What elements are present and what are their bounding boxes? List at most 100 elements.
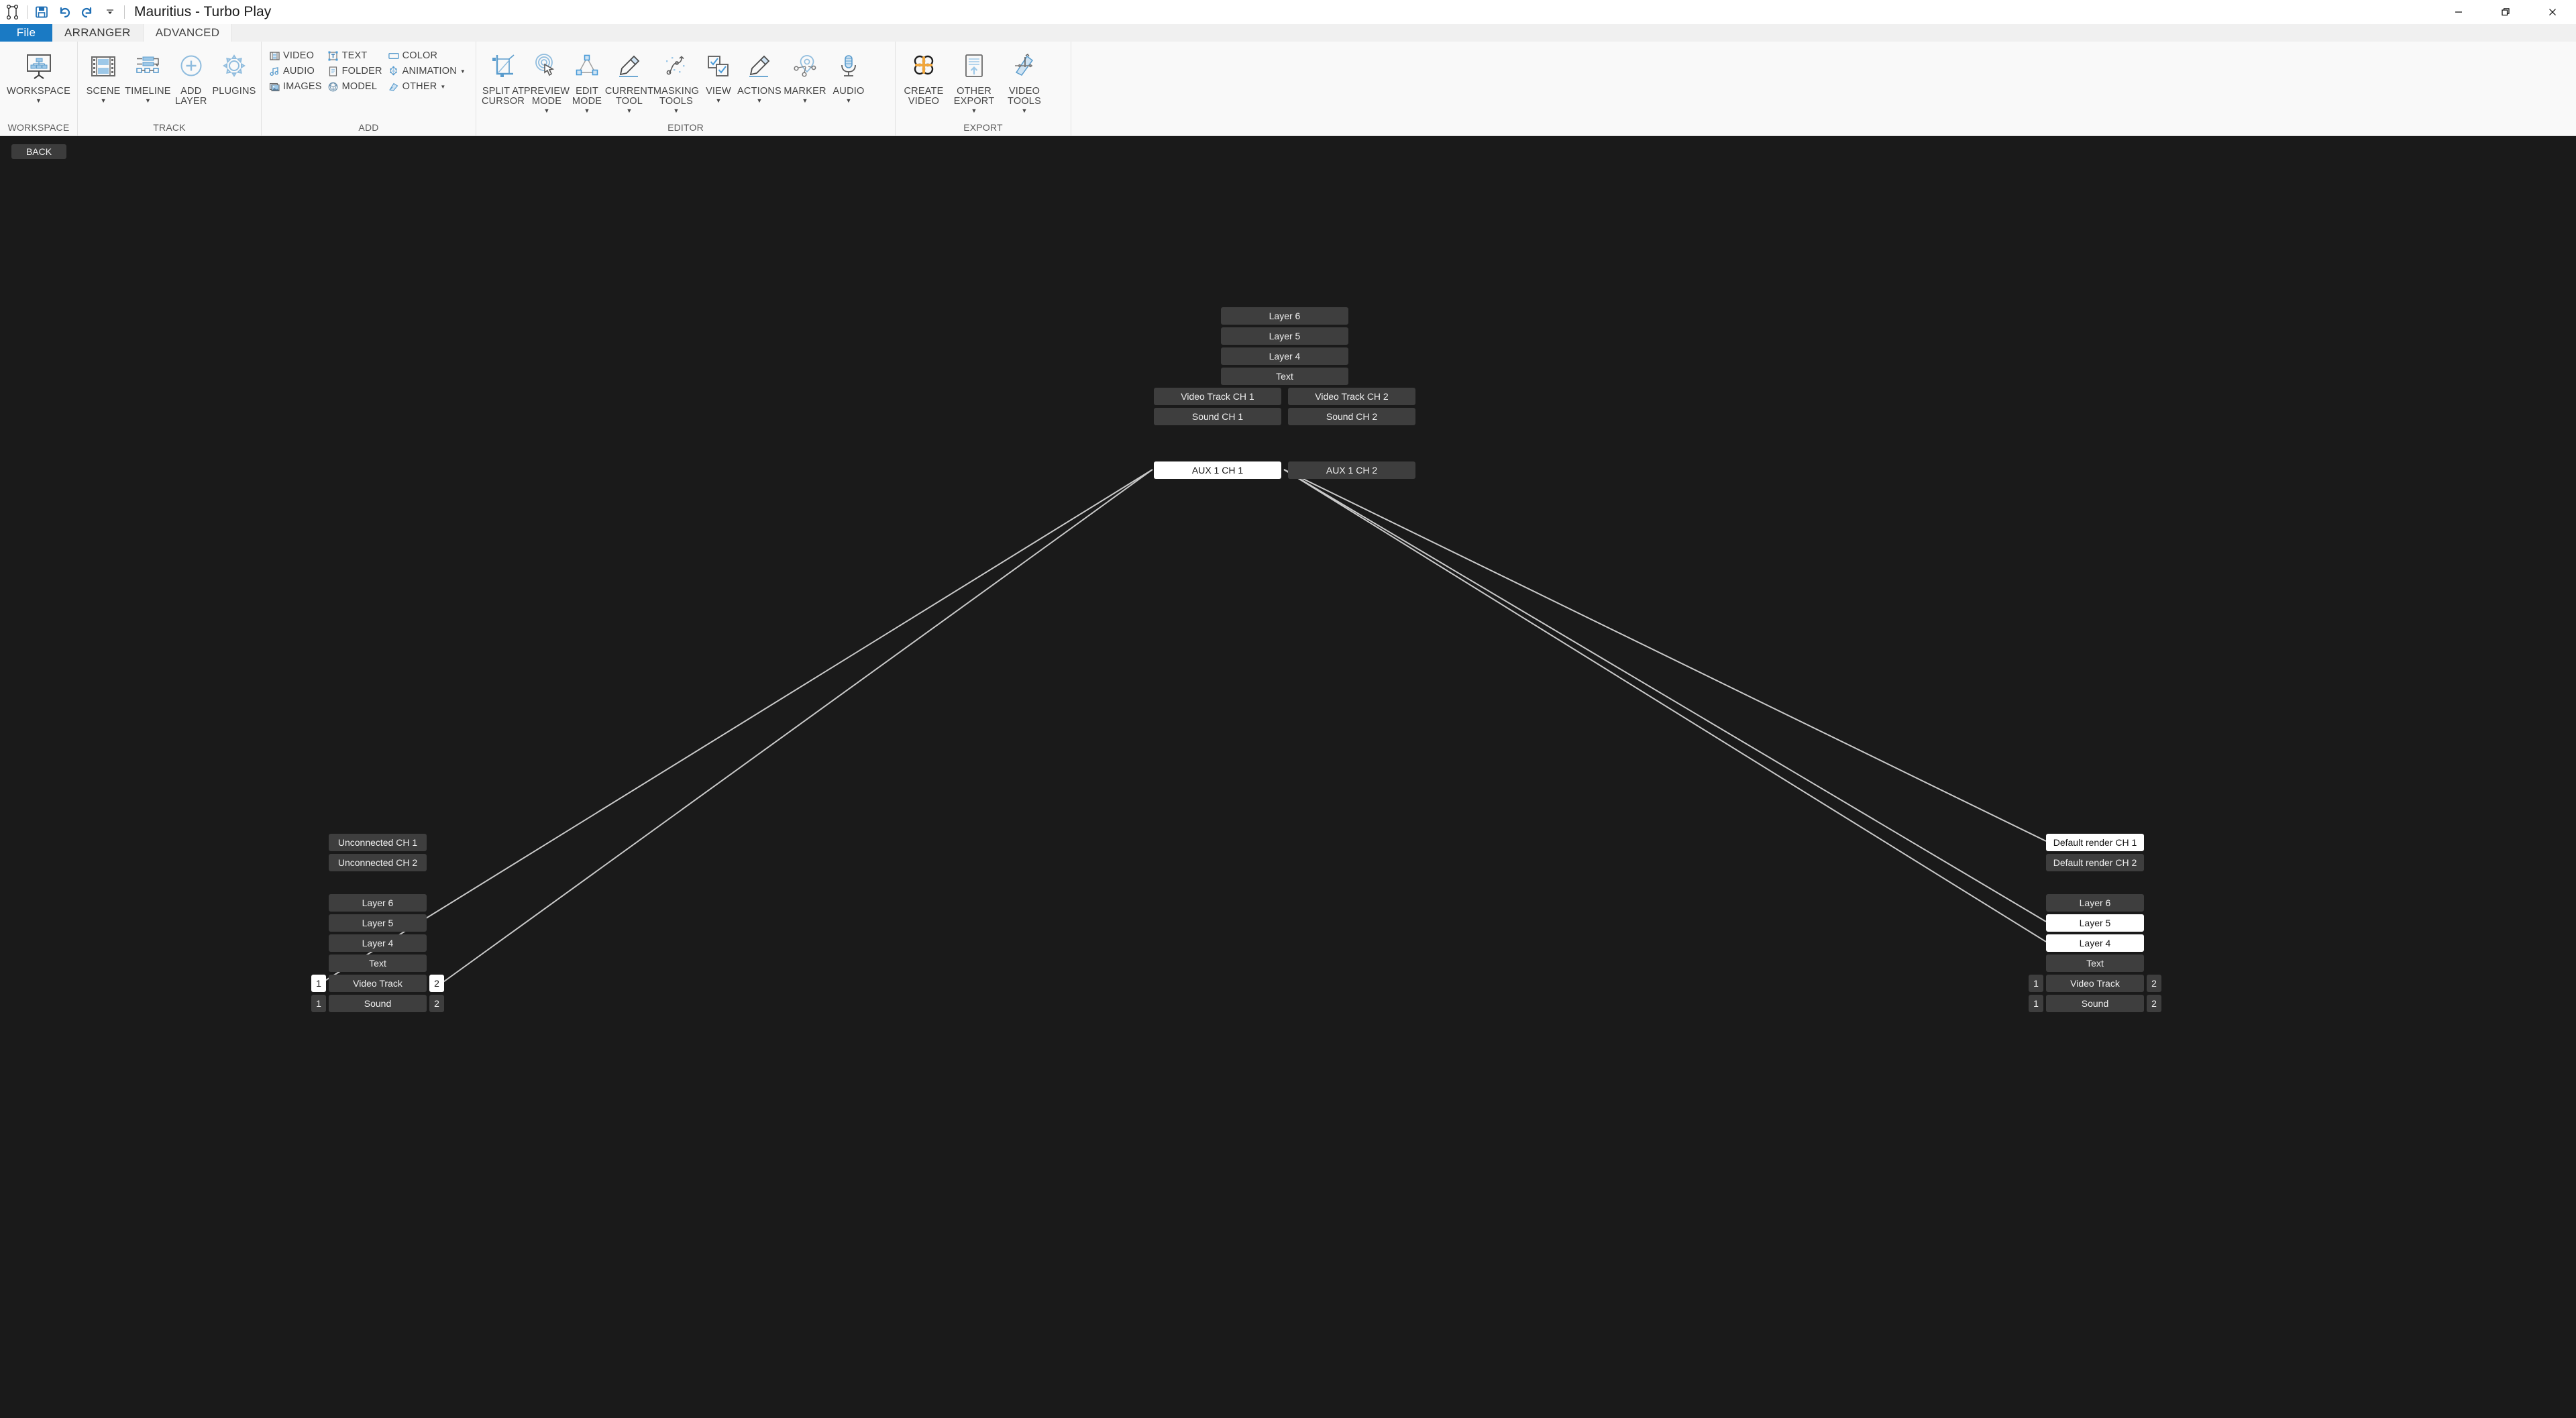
graph-node[interactable]: Unconnected CH 2 — [329, 854, 427, 871]
save-icon[interactable] — [30, 2, 53, 22]
graph-node[interactable]: Layer 4 — [329, 934, 427, 952]
edit-mode-icon — [573, 48, 601, 85]
plugins-button[interactable]: PLUGINS — [211, 46, 257, 97]
chevron-down-icon[interactable]: ▼ — [1022, 107, 1028, 114]
graph-node[interactable]: Text — [2046, 955, 2144, 972]
graph-node[interactable]: Layer 5 — [1221, 327, 1348, 345]
graph-node[interactable]: Sound CH 1 — [1154, 408, 1281, 425]
graph-node[interactable]: Video Track CH 2 — [1288, 388, 1415, 405]
masking-tools-button[interactable]: MASKING TOOLS ▼ — [652, 46, 700, 114]
graph-node[interactable]: Layer 6 — [2046, 894, 2144, 912]
graph-node[interactable]: Layer 6 — [1221, 307, 1348, 325]
create-video-icon — [910, 48, 938, 85]
ribbon-group-workspace: WORKSPACE ▼ WORKSPACE — [0, 42, 78, 135]
video-tools-label: VIDEO TOOLS — [1008, 86, 1041, 107]
chevron-down-icon[interactable]: ▼ — [544, 107, 550, 114]
add-text-button[interactable]: TEXT — [325, 48, 385, 63]
node-graph-canvas[interactable]: BACK Layer 6 Layer 5 Layer 4 Text Video Trac… — [0, 136, 2576, 1418]
workspace-icon — [23, 48, 54, 85]
graph-node[interactable]: Video Track — [329, 975, 427, 992]
channel-badge-right[interactable]: 2 — [2147, 975, 2161, 992]
channel-badge-left[interactable]: 1 — [311, 975, 326, 992]
wire-aux1-to-default-render — [1283, 469, 2047, 842]
channel-badge-left[interactable]: 1 — [2029, 975, 2043, 992]
timeline-button[interactable]: TIMELINE ▼ — [125, 46, 170, 104]
chevron-down-icon[interactable]: ▼ — [846, 97, 852, 104]
create-video-button[interactable]: CREATE VIDEO — [900, 46, 948, 107]
channel-badge-left[interactable]: 1 — [311, 995, 326, 1012]
chevron-down-icon[interactable]: ▼ — [460, 68, 466, 74]
restore-button[interactable] — [2482, 0, 2529, 24]
actions-button[interactable]: ACTIONS ▼ — [737, 46, 782, 104]
chevron-down-icon[interactable]: ▼ — [716, 97, 722, 104]
marker-button[interactable]: MARKER ▼ — [782, 46, 828, 104]
window-controls — [2435, 0, 2576, 24]
chevron-down-icon[interactable]: ▼ — [802, 97, 808, 104]
view-button[interactable]: VIEW ▼ — [700, 46, 737, 104]
add-color-button[interactable]: COLOR — [385, 48, 468, 63]
graph-node[interactable]: Layer 6 — [329, 894, 427, 912]
graph-node[interactable]: Default render CH 1 — [2046, 834, 2144, 851]
channel-badge-right[interactable]: 2 — [2147, 995, 2161, 1012]
graph-node[interactable]: Video Track — [2046, 975, 2144, 992]
chevron-down-icon[interactable]: ▼ — [627, 107, 633, 114]
graph-node[interactable]: AUX 1 CH 1 — [1154, 461, 1281, 479]
undo-icon[interactable] — [53, 2, 76, 22]
edit-mode-button[interactable]: EDIT MODE ▼ — [568, 46, 606, 114]
other-export-button[interactable]: OTHER EXPORT ▼ — [948, 46, 1000, 114]
chevron-down-icon[interactable]: ▼ — [145, 97, 151, 104]
add-images-button[interactable]: IMAGES — [266, 79, 325, 94]
graph-node[interactable]: Text — [1221, 368, 1348, 385]
audio-big-button[interactable]: AUDIO ▼ — [828, 46, 869, 104]
graph-node[interactable]: Layer 4 — [2046, 934, 2144, 952]
graph-node[interactable]: Layer 5 — [2046, 914, 2144, 932]
graph-node[interactable]: Layer 5 — [329, 914, 427, 932]
chevron-down-icon[interactable]: ▼ — [584, 107, 590, 114]
back-button[interactable]: BACK — [11, 144, 66, 159]
chevron-down-icon[interactable]: ▼ — [36, 97, 42, 104]
split-at-cursor-button[interactable]: SPLIT AT CURSOR — [480, 46, 526, 107]
channel-badge-right[interactable]: 2 — [429, 975, 444, 992]
chevron-down-icon[interactable]: ▼ — [757, 97, 763, 104]
workspace-button[interactable]: WORKSPACE ▼ — [4, 46, 73, 104]
video-tools-button[interactable]: VIDEO TOOLS ▼ — [1000, 46, 1049, 114]
graph-node[interactable]: AUX 1 CH 2 — [1288, 461, 1415, 479]
graph-node[interactable]: Video Track CH 1 — [1154, 388, 1281, 405]
chevron-down-icon[interactable]: ▼ — [971, 107, 977, 114]
graph-node[interactable]: Layer 4 — [1221, 347, 1348, 365]
customize-qat-icon[interactable] — [99, 2, 121, 22]
minimize-button[interactable] — [2435, 0, 2482, 24]
tab-file[interactable]: File — [0, 24, 52, 42]
images-icon — [268, 80, 280, 93]
add-model-button[interactable]: MODEL — [325, 79, 385, 94]
tab-advanced[interactable]: ADVANCED — [143, 24, 233, 42]
audio-big-label: AUDIO — [833, 86, 865, 97]
add-animation-button[interactable]: ANIMATION ▼ — [385, 64, 468, 78]
current-tool-button[interactable]: CURRENT TOOL ▼ — [605, 46, 653, 114]
chevron-down-icon[interactable]: ▼ — [101, 97, 107, 104]
add-layer-button[interactable]: ADD LAYER — [171, 46, 211, 107]
add-video-button[interactable]: VIDEO — [266, 48, 325, 63]
node-graph-icon[interactable] — [1, 2, 24, 22]
graph-node[interactable]: Sound CH 2 — [1288, 408, 1415, 425]
tab-arranger[interactable]: ARRANGER — [52, 24, 144, 42]
close-button[interactable] — [2529, 0, 2576, 24]
marker-icon — [791, 48, 819, 85]
redo-icon[interactable] — [76, 2, 99, 22]
graph-node[interactable]: Sound — [329, 995, 427, 1012]
graph-node[interactable]: Unconnected CH 1 — [329, 834, 427, 851]
chevron-down-icon[interactable]: ▼ — [440, 84, 445, 90]
channel-badge-left[interactable]: 1 — [2029, 995, 2043, 1012]
preview-mode-button[interactable]: PREVIEW MODE ▼ — [524, 46, 570, 114]
graph-node[interactable]: Text — [329, 955, 427, 972]
add-audio-button[interactable]: AUDIO — [266, 64, 325, 78]
scene-button[interactable]: SCENE ▼ — [82, 46, 125, 104]
title-bar: Mauritius - Turbo Play — [0, 0, 2576, 24]
add-other-button[interactable]: OTHER ▼ — [385, 79, 468, 94]
ribbon-group-label-track: TRACK — [153, 122, 186, 133]
chevron-down-icon[interactable]: ▼ — [674, 107, 680, 114]
add-folder-button[interactable]: FOLDER — [325, 64, 385, 78]
channel-badge-right[interactable]: 2 — [429, 995, 444, 1012]
graph-node[interactable]: Default render CH 2 — [2046, 854, 2144, 871]
graph-node[interactable]: Sound — [2046, 995, 2144, 1012]
